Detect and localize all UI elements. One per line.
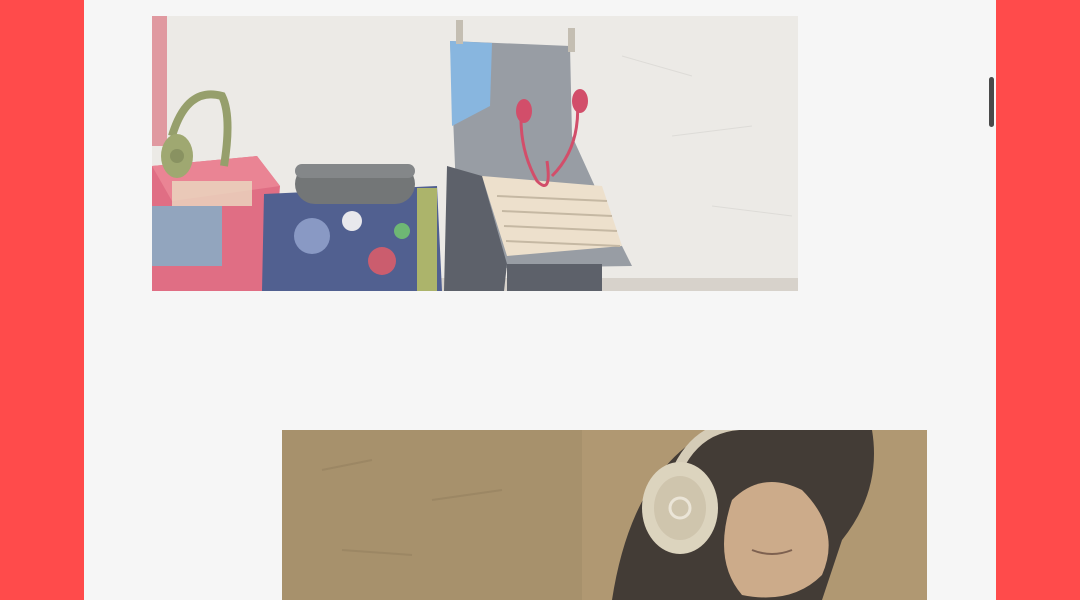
product-photo-boxes xyxy=(152,16,798,291)
scrollbar-thumb[interactable] xyxy=(989,77,994,127)
product-photo-portrait-image xyxy=(282,430,927,600)
product-photo-boxes-image xyxy=(152,16,798,291)
page-content xyxy=(84,0,996,600)
product-photo-portrait xyxy=(282,430,927,600)
